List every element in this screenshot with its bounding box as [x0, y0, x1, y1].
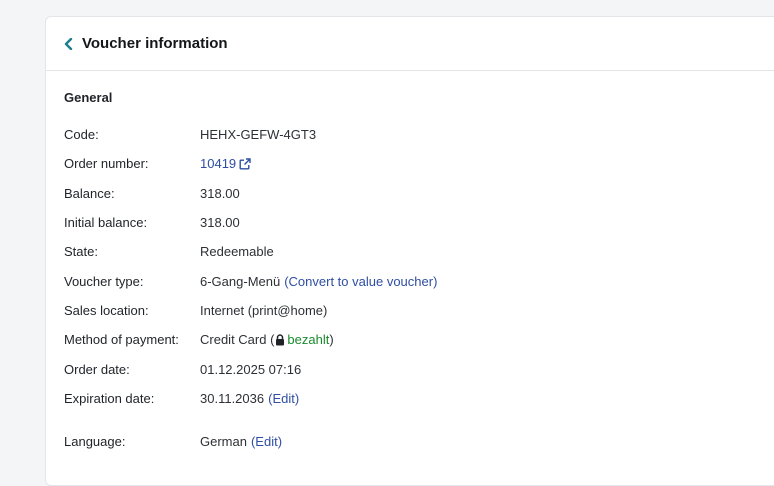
- order-number-value-wrap: 10419: [200, 156, 251, 171]
- expiration-date-value-wrap: 30.11.2036 (Edit): [200, 391, 299, 406]
- initial-balance-value: 318.00: [200, 215, 240, 231]
- row-order-date: Order date: 01.12.2025 07:16: [64, 354, 774, 383]
- order-number-label: Order number:: [64, 156, 149, 172]
- row-payment-method: Method of payment: Credit Card ( bezahlt…: [64, 325, 774, 354]
- payment-status-paid: bezahlt: [287, 332, 330, 348]
- row-expiration-date: Expiration date: 30.11.2036 (Edit): [64, 384, 774, 413]
- row-code: Code: HEHX-GEFW-4GT3: [64, 120, 774, 149]
- row-initial-balance: Initial balance: 318.00: [64, 208, 774, 237]
- language-label: Language:: [64, 434, 126, 450]
- chevron-left-icon[interactable]: [64, 37, 76, 51]
- voucher-info-card: Voucher information General Code: HEHX-G…: [45, 16, 774, 486]
- order-number-link[interactable]: 10419: [200, 156, 236, 171]
- order-date-label: Order date:: [64, 361, 130, 377]
- voucher-type-value-wrap: 6-Gang-Menü (Convert to value voucher): [200, 274, 437, 289]
- code-value: HEHX-GEFW-4GT3: [200, 127, 317, 143]
- state-label: State:: [64, 244, 98, 260]
- row-language: Language: German (Edit): [64, 427, 774, 456]
- initial-balance-label: Initial balance:: [64, 215, 148, 231]
- language-value-wrap: German (Edit): [200, 434, 282, 449]
- row-order-number: Order number: 10419: [64, 149, 774, 178]
- external-link-icon[interactable]: [239, 158, 251, 170]
- sales-location-value: Internet (print@home): [200, 302, 328, 318]
- section-title-general: General: [64, 90, 113, 105]
- payment-method-value-wrap: Credit Card ( bezahlt ): [200, 332, 334, 347]
- row-voucher-type: Voucher type: 6-Gang-Menü (Convert to va…: [64, 266, 774, 295]
- expiration-date-value: 30.11.2036: [200, 390, 265, 406]
- sales-location-label: Sales location:: [64, 302, 149, 318]
- voucher-type-value: 6-Gang-Menü: [200, 273, 281, 289]
- lock-icon: [275, 333, 285, 346]
- edit-language-link[interactable]: (Edit): [251, 434, 282, 449]
- edit-expiration-date-link[interactable]: (Edit): [268, 391, 299, 406]
- page-title: Voucher information: [82, 35, 228, 52]
- card-header: Voucher information: [46, 17, 774, 71]
- payment-method-close: ): [329, 332, 334, 348]
- voucher-type-label: Voucher type:: [64, 273, 144, 289]
- order-date-value: 01.12.2025 07:16: [200, 361, 302, 377]
- convert-to-value-voucher-link[interactable]: (Convert to value voucher): [284, 274, 437, 289]
- payment-method-label: Method of payment:: [64, 332, 179, 348]
- general-section: General Code: HEHX-GEFW-4GT3 Order numbe…: [46, 71, 774, 456]
- expiration-date-label: Expiration date:: [64, 390, 155, 406]
- row-state: State: Redeemable: [64, 237, 774, 266]
- payment-method-value: Credit Card (: [200, 332, 275, 348]
- language-value: German: [200, 434, 247, 450]
- balance-label: Balance:: [64, 185, 115, 201]
- row-sales-location: Sales location: Internet (print@home): [64, 296, 774, 325]
- code-label: Code:: [64, 127, 99, 143]
- state-value: Redeemable: [200, 244, 274, 260]
- row-balance: Balance: 318.00: [64, 179, 774, 208]
- balance-value: 318.00: [200, 185, 240, 201]
